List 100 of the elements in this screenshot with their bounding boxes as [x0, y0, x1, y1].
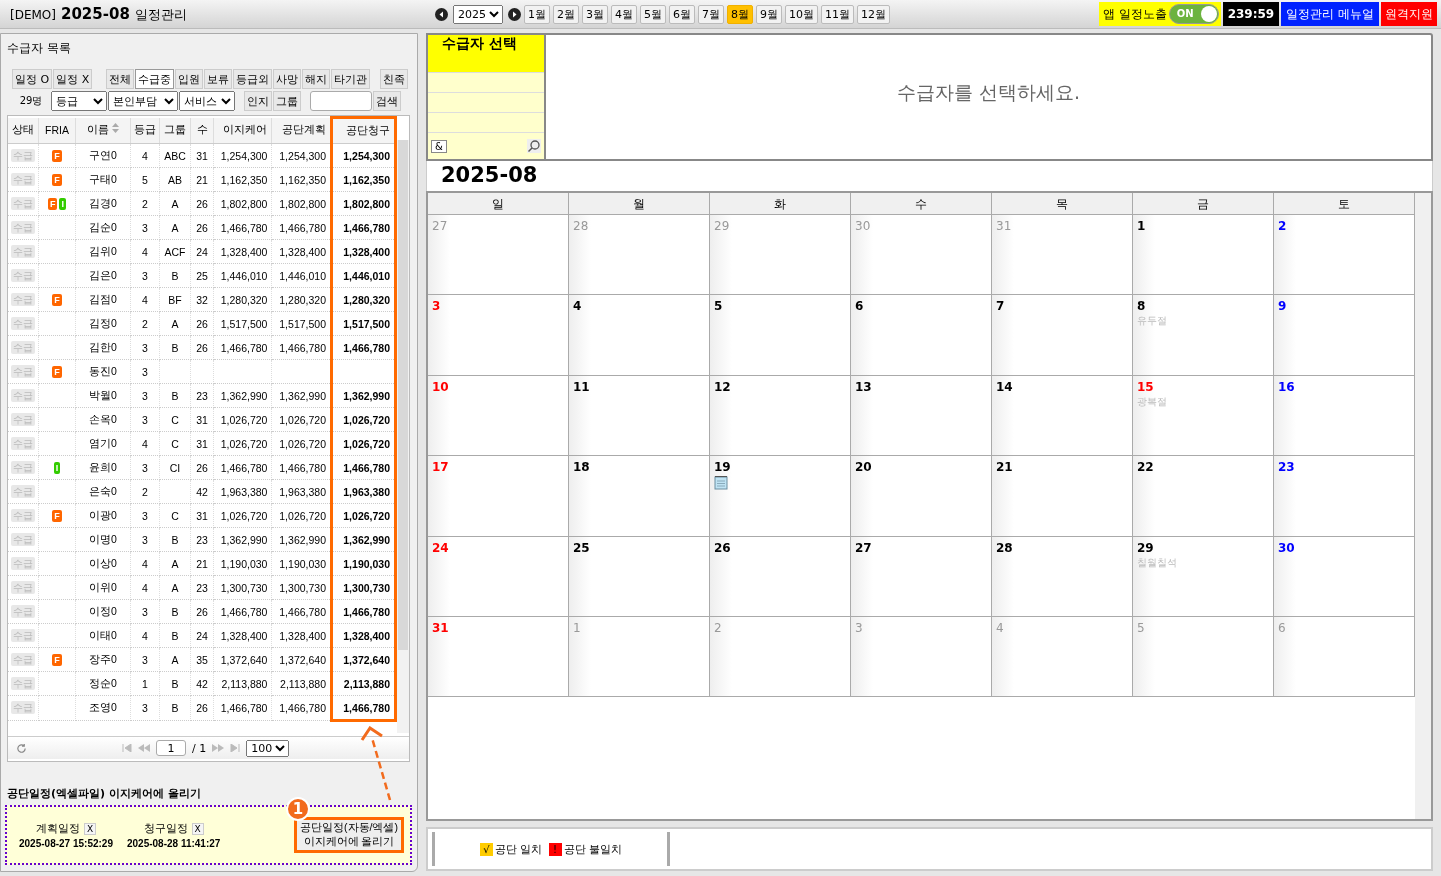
day-cell[interactable]: 29 칠월칠석	[1133, 536, 1274, 617]
filter-select[interactable]: 등급	[51, 91, 107, 111]
swap-button[interactable]: &	[431, 139, 447, 153]
name-cell[interactable]: 구태0	[75, 167, 131, 192]
search-icon[interactable]	[527, 139, 541, 153]
name-cell[interactable]: 이태0	[75, 623, 131, 648]
name-cell[interactable]: 염기0	[75, 431, 131, 456]
last-page-icon[interactable]	[230, 744, 241, 752]
name-cell[interactable]: 동진0	[75, 359, 131, 384]
year-select[interactable]: 2025	[453, 4, 503, 24]
name-cell[interactable]: 윤희0	[75, 455, 131, 480]
filter-button[interactable]: 전체	[106, 69, 135, 89]
day-cell[interactable]: 18	[569, 456, 710, 537]
search-button[interactable]: 검색	[373, 91, 401, 111]
month-button[interactable]: 9월	[756, 4, 782, 24]
name-cell[interactable]: 김순0	[75, 215, 131, 240]
filter-button[interactable]: 일정 X	[53, 69, 93, 89]
day-cell[interactable]: 28	[992, 536, 1133, 617]
filter-button[interactable]: 타기관	[331, 69, 371, 89]
day-cell[interactable]: 12	[710, 375, 851, 457]
day-cell[interactable]: 26	[710, 536, 851, 617]
name-cell[interactable]: 은숙0	[75, 479, 131, 504]
day-cell[interactable]: 13	[851, 375, 992, 457]
previous-page-icon[interactable]	[138, 744, 150, 752]
name-cell[interactable]: 구연0	[75, 143, 131, 168]
day-cell[interactable]: 20	[851, 456, 992, 537]
filter-button[interactable]: 보류	[204, 69, 233, 89]
day-cell[interactable]: 25	[569, 536, 710, 617]
name-cell[interactable]: 김위0	[75, 239, 131, 264]
name-cell[interactable]: 정순0	[75, 671, 131, 696]
month-button[interactable]: 7월	[698, 4, 724, 24]
name-cell[interactable]: 이상0	[75, 551, 131, 576]
page-size-select[interactable]: 100	[246, 739, 290, 757]
month-button[interactable]: 3월	[582, 4, 608, 24]
day-cell[interactable]: 16	[1274, 375, 1415, 457]
family-button[interactable]: 친족	[380, 69, 408, 89]
name-cell[interactable]: 이정0	[75, 599, 131, 624]
name-cell[interactable]: 김경0	[75, 191, 131, 216]
next-icon[interactable]	[508, 7, 521, 21]
day-cell[interactable]: 21	[992, 456, 1133, 537]
filter-select[interactable]: 본인부담	[108, 91, 178, 111]
month-button[interactable]: 1월	[524, 4, 550, 24]
day-cell[interactable]: 4	[569, 295, 710, 376]
recipient-list-row[interactable]	[428, 112, 544, 132]
approval-button[interactable]: 인지	[244, 91, 272, 111]
name-cell[interactable]: 조영0	[75, 695, 131, 721]
search-field[interactable]	[310, 91, 372, 111]
day-cell[interactable]: 3	[428, 295, 569, 376]
day-cell[interactable]: 9	[1274, 295, 1415, 376]
notepad-icon[interactable]	[714, 475, 728, 491]
day-cell[interactable]: 19	[710, 456, 851, 537]
group-button[interactable]: 그룹	[273, 91, 301, 111]
day-cell[interactable]: 14	[992, 375, 1133, 457]
day-cell[interactable]: 5	[710, 295, 851, 376]
filter-button[interactable]: 사망	[273, 69, 302, 89]
day-cell[interactable]: 15 광복절	[1133, 375, 1274, 457]
page-field[interactable]: 1	[156, 740, 186, 756]
day-cell[interactable]: 2	[1274, 215, 1415, 296]
day-cell[interactable]: 8 유두절	[1133, 295, 1274, 376]
month-button[interactable]: 8월	[727, 4, 753, 24]
day-cell[interactable]: 7	[992, 295, 1133, 376]
day-cell[interactable]: 1	[1133, 215, 1274, 296]
day-cell[interactable]: 24	[428, 536, 569, 617]
filter-button[interactable]: 입원	[175, 69, 204, 89]
name-cell[interactable]: 김한0	[75, 335, 131, 360]
name-cell[interactable]: 김정0	[75, 311, 131, 336]
manual-button[interactable]: 일정관리 메뉴얼	[1281, 2, 1379, 26]
name-cell[interactable]: 김점0	[75, 287, 131, 312]
day-cell[interactable]: 30	[1274, 536, 1415, 617]
day-cell[interactable]: 6	[851, 295, 992, 376]
day-cell[interactable]: 27	[851, 536, 992, 617]
first-page-icon[interactable]	[122, 744, 132, 752]
name-cell[interactable]: 이위0	[75, 575, 131, 600]
refresh-icon[interactable]	[16, 742, 27, 754]
day-cell[interactable]: 23	[1274, 456, 1415, 537]
next-page-icon[interactable]	[212, 744, 225, 752]
clear-button[interactable]: X	[83, 822, 97, 835]
day-cell[interactable]: 31	[428, 616, 569, 698]
name-cell[interactable]: 손옥0	[75, 407, 131, 432]
name-cell[interactable]: 김은0	[75, 263, 131, 288]
scrollbar[interactable]	[1415, 193, 1431, 819]
month-button[interactable]: 5월	[640, 4, 666, 24]
day-cell[interactable]: 22	[1133, 456, 1274, 537]
day-cell[interactable]: 17	[428, 456, 569, 537]
day-cell[interactable]: 11	[569, 375, 710, 457]
month-button[interactable]: 10월	[785, 4, 818, 24]
name-cell[interactable]: 이명0	[75, 527, 131, 552]
clear-button[interactable]: X	[191, 822, 204, 835]
month-button[interactable]: 2월	[553, 4, 579, 24]
month-button[interactable]: 11월	[821, 4, 854, 24]
name-cell[interactable]: 박월0	[75, 383, 131, 408]
upload-button[interactable]: 공단일정(자동/엑셀) 이지케어에 올리기	[294, 817, 404, 853]
filter-button[interactable]: 수급중	[135, 69, 175, 89]
column-header[interactable]: 이름	[75, 117, 131, 144]
month-button[interactable]: 4월	[611, 4, 637, 24]
name-cell[interactable]: 장주0	[75, 647, 131, 672]
remote-support-button[interactable]: 원격지원	[1381, 2, 1437, 26]
filter-button[interactable]: 일정 O	[12, 69, 53, 89]
month-button[interactable]: 6월	[669, 4, 695, 24]
recipient-list-row[interactable]	[428, 92, 544, 112]
